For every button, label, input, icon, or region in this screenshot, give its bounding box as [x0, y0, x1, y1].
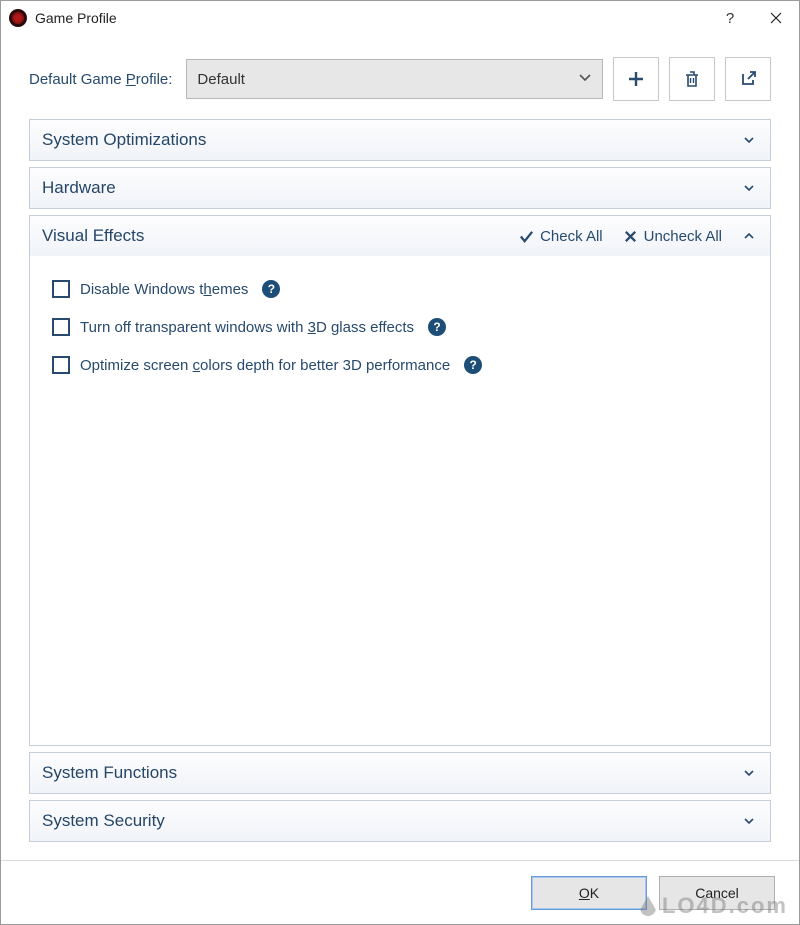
- option-label: Optimize screen colors depth for better …: [80, 357, 450, 374]
- profile-select-value: Default: [197, 71, 245, 88]
- help-icon[interactable]: ?: [428, 318, 446, 336]
- section-system-functions: System Functions: [29, 752, 771, 794]
- section-system-security: System Security: [29, 800, 771, 842]
- ok-button[interactable]: OK: [531, 876, 647, 910]
- check-icon: [519, 229, 534, 244]
- section-system-optimizations: System Optimizations: [29, 119, 771, 161]
- visual-effects-body: Disable Windows themes ? Turn off transp…: [30, 256, 770, 745]
- app-icon: [9, 9, 27, 27]
- checkbox[interactable]: [52, 356, 70, 374]
- option-color-depth[interactable]: Optimize screen colors depth for better …: [52, 346, 756, 384]
- close-button[interactable]: [753, 1, 799, 35]
- section-header-system-optimizations[interactable]: System Optimizations: [30, 120, 770, 160]
- help-icon[interactable]: ?: [262, 280, 280, 298]
- section-header-system-functions[interactable]: System Functions: [30, 753, 770, 793]
- uncheck-all-button[interactable]: Uncheck All: [623, 228, 722, 245]
- chevron-down-icon: [740, 812, 758, 830]
- option-transparent-windows[interactable]: Turn off transparent windows with 3D gla…: [52, 308, 756, 346]
- delete-profile-button[interactable]: [669, 57, 715, 101]
- section-hardware: Hardware: [29, 167, 771, 209]
- chevron-down-icon: [740, 179, 758, 197]
- help-icon[interactable]: ?: [464, 356, 482, 374]
- checkbox[interactable]: [52, 280, 70, 298]
- section-visual-effects: Visual Effects Check All Uncheck All: [29, 215, 771, 746]
- titlebar: Game Profile ?: [1, 1, 799, 35]
- section-header-system-security[interactable]: System Security: [30, 801, 770, 841]
- export-profile-button[interactable]: [725, 57, 771, 101]
- option-label: Disable Windows themes: [80, 281, 248, 298]
- option-label: Turn off transparent windows with 3D gla…: [80, 319, 414, 336]
- option-disable-themes[interactable]: Disable Windows themes ?: [52, 270, 756, 308]
- export-icon: [738, 69, 758, 89]
- chevron-down-icon: [740, 764, 758, 782]
- section-header-visual-effects[interactable]: Visual Effects Check All Uncheck All: [30, 216, 770, 256]
- close-icon: [770, 12, 782, 24]
- checkbox[interactable]: [52, 318, 70, 336]
- plus-icon: [626, 69, 646, 89]
- section-header-hardware[interactable]: Hardware: [30, 168, 770, 208]
- game-profile-window: Game Profile ? Default Game Profile: Def…: [0, 0, 800, 925]
- content-area: Default Game Profile: Default: [1, 35, 799, 860]
- chevron-down-icon: [578, 70, 592, 88]
- dialog-footer: OK Cancel: [1, 860, 799, 924]
- profile-label: Default Game Profile:: [29, 71, 176, 88]
- profile-row: Default Game Profile: Default: [29, 57, 771, 101]
- add-profile-button[interactable]: [613, 57, 659, 101]
- profile-select[interactable]: Default: [186, 59, 603, 99]
- window-title: Game Profile: [35, 10, 117, 26]
- chevron-down-icon: [740, 131, 758, 149]
- chevron-up-icon: [740, 227, 758, 245]
- cancel-button[interactable]: Cancel: [659, 876, 775, 910]
- trash-icon: [682, 69, 702, 89]
- x-icon: [623, 229, 638, 244]
- help-button[interactable]: ?: [707, 1, 753, 35]
- check-all-button[interactable]: Check All: [519, 228, 603, 245]
